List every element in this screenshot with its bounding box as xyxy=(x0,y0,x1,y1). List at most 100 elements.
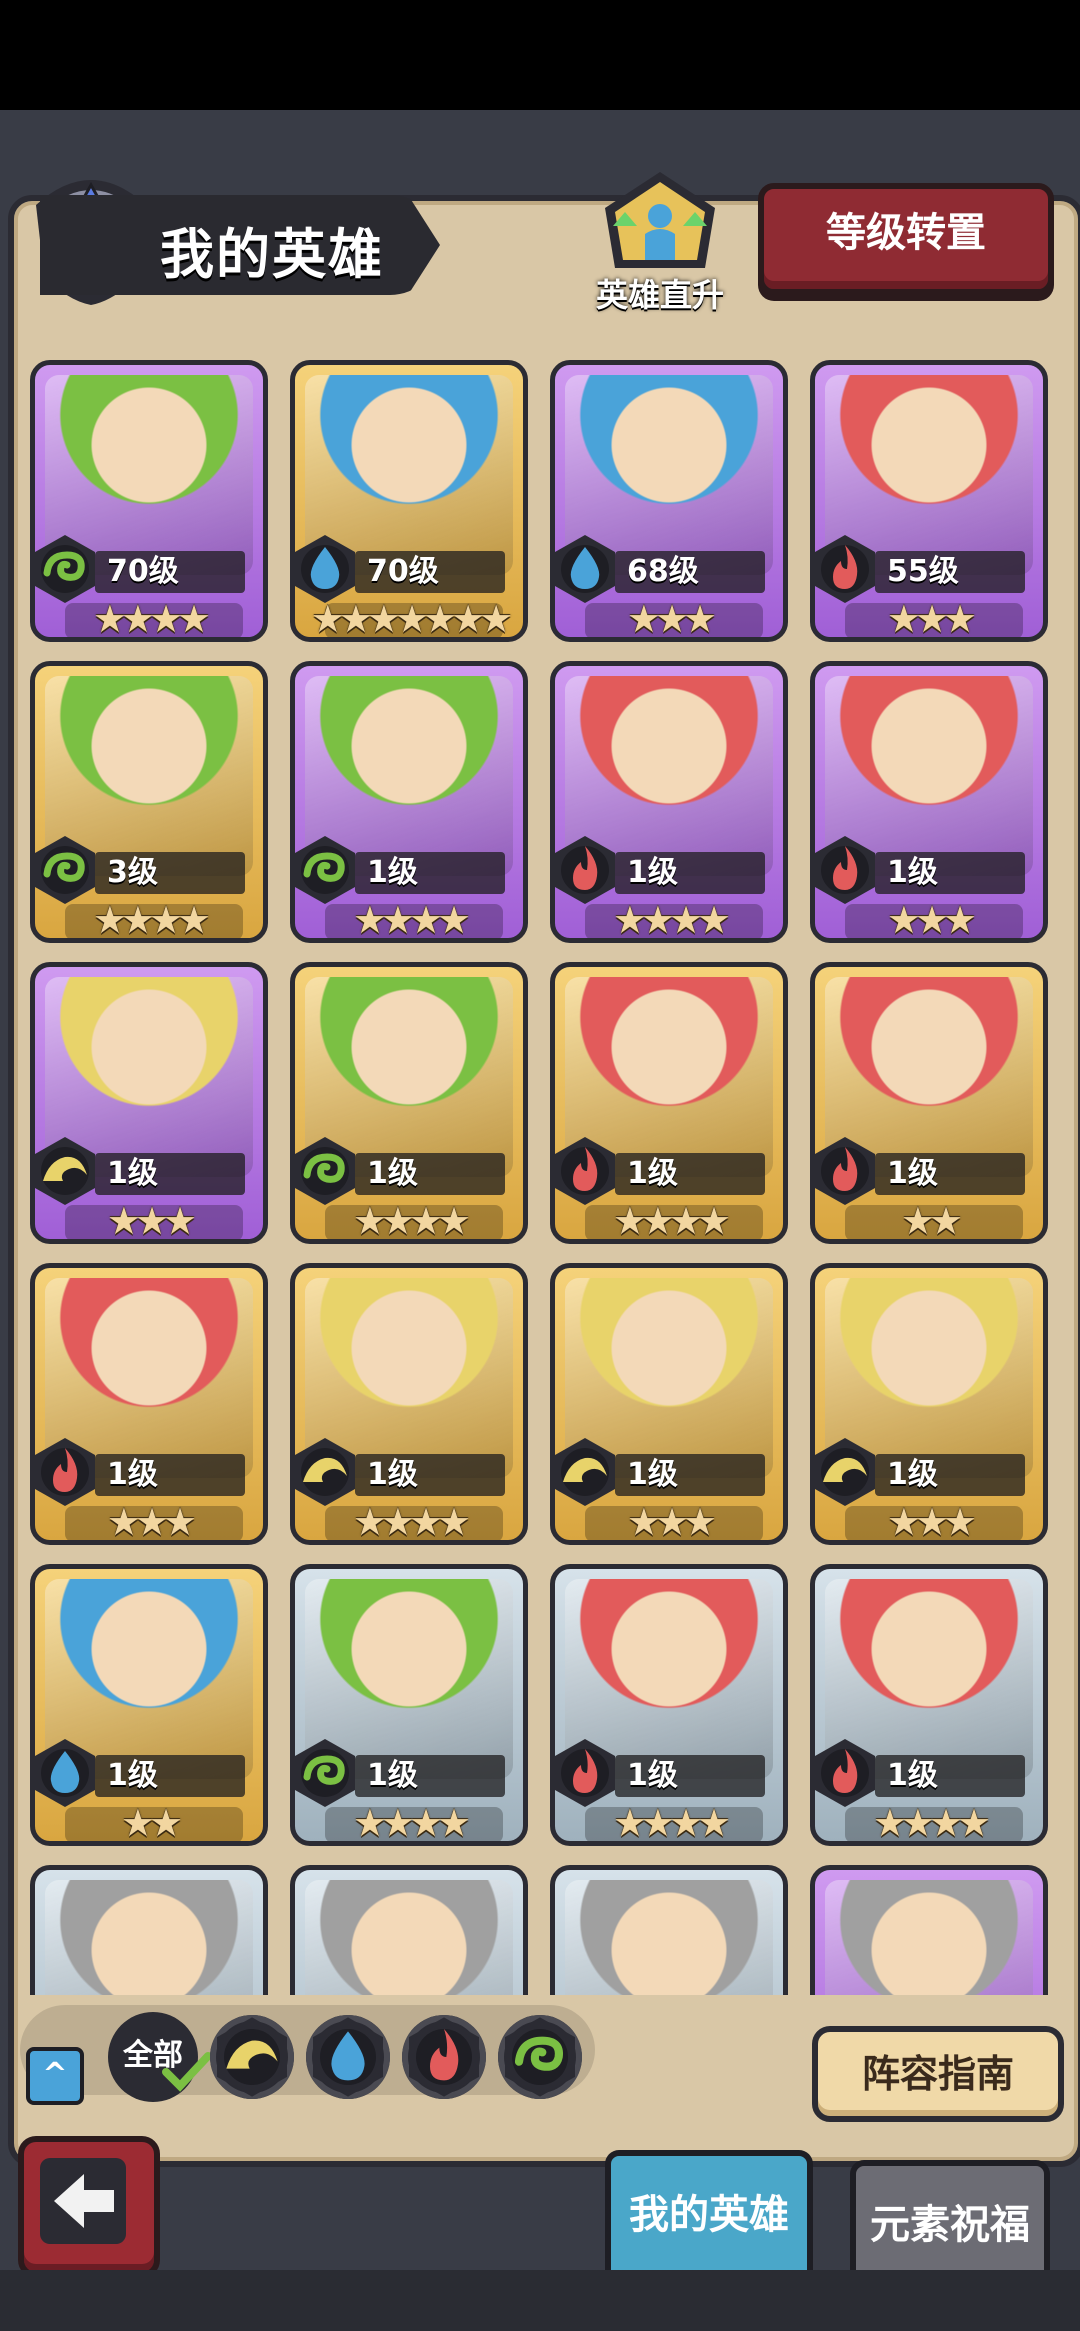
hero-level: 1级 xyxy=(627,1457,678,1492)
star-rating: ★★★★★★★ xyxy=(310,597,513,641)
fire-element-icon xyxy=(555,1737,621,1809)
wind-element-icon xyxy=(35,533,101,605)
water-element-icon xyxy=(35,1737,101,1809)
earth-element-icon xyxy=(295,1436,361,1508)
hero-card[interactable] xyxy=(550,1865,788,1995)
bottom-strip xyxy=(0,2270,1080,2331)
star-rating: ★★★★ xyxy=(352,1801,471,1845)
hero-card[interactable]: 1级 ★★★★ xyxy=(550,661,788,943)
filter-wind-button[interactable] xyxy=(498,2015,582,2099)
hero-card[interactable]: 1级 ★★★★ xyxy=(290,661,528,943)
star-rating: ★★★★ xyxy=(612,898,731,942)
lineup-guide-button[interactable]: 阵容指南 xyxy=(812,2026,1064,2122)
hero-portrait xyxy=(305,1880,513,1995)
wind-element-icon xyxy=(295,1135,361,1207)
hero-level: 55级 xyxy=(887,554,959,589)
hero-card[interactable]: 1级 ★★★ xyxy=(810,661,1048,943)
star-rating: ★★ xyxy=(120,1801,183,1845)
hero-card[interactable]: 68级 ★★★ xyxy=(550,360,788,642)
hero-level: 70级 xyxy=(367,554,439,589)
star-rating: ★★★★ xyxy=(612,1801,731,1845)
wind-element-icon xyxy=(295,1737,361,1809)
hero-level: 1级 xyxy=(887,855,938,890)
page-title: 我的英雄 xyxy=(160,225,384,285)
star-rating: ★★★ xyxy=(626,597,717,641)
hero-level: 1级 xyxy=(367,855,418,890)
hero-card[interactable]: 1级 ★★★ xyxy=(550,1263,788,1545)
hero-level: 70级 xyxy=(107,554,179,589)
status-bar xyxy=(0,0,1080,110)
direct-up-label: 英雄直升 xyxy=(595,276,724,314)
filter-fire-button[interactable] xyxy=(402,2015,486,2099)
star-rating: ★★★★ xyxy=(352,1199,471,1243)
hero-card[interactable]: 1级 ★★★★ xyxy=(810,1564,1048,1846)
hero-card[interactable]: 1级 ★★★ xyxy=(30,1263,268,1545)
wind-element-icon xyxy=(505,2017,575,2097)
filter-earth-button[interactable] xyxy=(210,2015,294,2099)
hero-portrait xyxy=(565,1880,773,1995)
wind-element-icon xyxy=(35,834,101,906)
earth-element-icon xyxy=(815,1436,881,1508)
hero-card[interactable]: 1级 ★★★★ xyxy=(290,1564,528,1846)
hero-card[interactable]: 1级 ★★ xyxy=(30,1564,268,1846)
star-rating: ★★★★ xyxy=(352,1500,471,1544)
hero-card[interactable]: 1级 ★★★★ xyxy=(290,1263,528,1545)
hero-card[interactable]: 1级 ★★★★ xyxy=(550,962,788,1244)
collapse-button[interactable]: ^ xyxy=(26,2047,84,2105)
earth-element-icon xyxy=(555,1436,621,1508)
filter-water-button[interactable] xyxy=(306,2015,390,2099)
hero-card[interactable]: 3级 ★★★★ xyxy=(30,661,268,943)
fire-element-icon xyxy=(815,834,881,906)
hero-level: 1级 xyxy=(107,1758,158,1793)
hero-card[interactable]: 70级 ★★★★★★★ xyxy=(290,360,528,642)
hero-card[interactable]: 1级 ★★★★ xyxy=(550,1564,788,1846)
hero-card[interactable]: 1级 ★★★ xyxy=(30,962,268,1244)
star-rating: ★★★★ xyxy=(92,597,211,641)
hero-level: 1级 xyxy=(367,1758,418,1793)
hero-level: 1级 xyxy=(627,855,678,890)
hero-direct-up-button[interactable]: 英雄直升 xyxy=(585,168,735,318)
hero-level: 1级 xyxy=(107,1457,158,1492)
star-rating: ★★★ xyxy=(106,1199,197,1243)
fire-element-icon xyxy=(555,834,621,906)
wind-element-icon xyxy=(295,834,361,906)
fire-element-icon xyxy=(409,2017,479,2097)
hero-level: 1级 xyxy=(367,1156,418,1191)
star-rating: ★★★★ xyxy=(92,898,211,942)
hero-card[interactable] xyxy=(290,1865,528,1995)
hero-card[interactable]: 1级 ★★★ xyxy=(810,1263,1048,1545)
earth-element-icon xyxy=(217,2017,287,2097)
star-rating: ★★★★ xyxy=(612,1199,731,1243)
level-transfer-button[interactable]: 等级转置 xyxy=(758,183,1054,295)
hero-level: 1级 xyxy=(627,1758,678,1793)
direct-up-icon xyxy=(605,172,715,268)
hero-portrait xyxy=(45,1880,253,1995)
hero-card[interactable] xyxy=(30,1865,268,1995)
fire-element-icon xyxy=(555,1135,621,1207)
hero-card[interactable] xyxy=(810,1865,1048,1995)
fire-element-icon xyxy=(815,1737,881,1809)
star-rating: ★★★★ xyxy=(352,898,471,942)
checkmark-icon xyxy=(162,2052,212,2092)
star-rating: ★★★★ xyxy=(872,1801,991,1845)
hero-portrait xyxy=(825,1880,1033,1995)
fire-element-icon xyxy=(815,1135,881,1207)
star-rating: ★★ xyxy=(900,1199,963,1243)
hero-level: 3级 xyxy=(107,855,158,890)
hero-level: 1级 xyxy=(887,1156,938,1191)
hero-level: 1级 xyxy=(107,1156,158,1191)
back-arrow-icon xyxy=(40,2158,126,2244)
star-rating: ★★★ xyxy=(106,1500,197,1544)
back-button[interactable] xyxy=(18,2136,160,2278)
water-element-icon xyxy=(555,533,621,605)
fire-element-icon xyxy=(815,533,881,605)
hero-card[interactable]: 1级 ★★ xyxy=(810,962,1048,1244)
star-rating: ★★★ xyxy=(886,898,977,942)
hero-level: 68级 xyxy=(627,554,699,589)
hero-card[interactable]: 1级 ★★★★ xyxy=(290,962,528,1244)
hero-level: 1级 xyxy=(887,1457,938,1492)
hero-card[interactable]: 70级 ★★★★ xyxy=(30,360,268,642)
hero-card[interactable]: 55级 ★★★ xyxy=(810,360,1048,642)
hero-level: 1级 xyxy=(887,1758,938,1793)
tab-my-heroes[interactable]: 我的英雄 xyxy=(605,2150,813,2290)
